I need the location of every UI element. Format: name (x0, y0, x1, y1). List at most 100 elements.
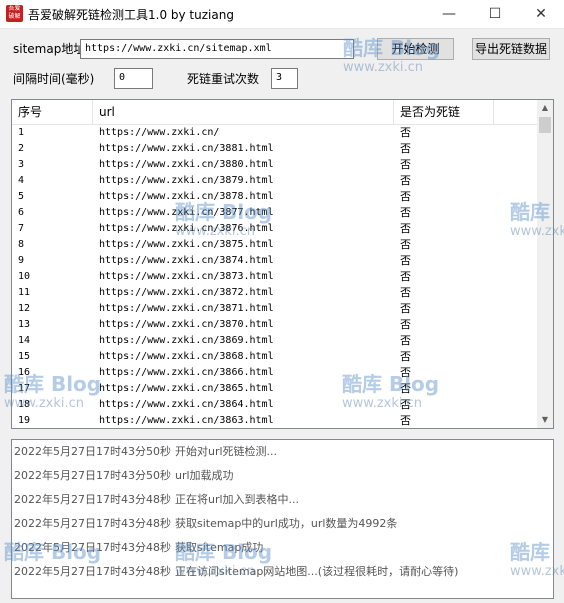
minimize-button[interactable]: — (426, 0, 472, 28)
row-index: 2 (18, 143, 25, 154)
row-index: 11 (18, 287, 31, 298)
log-entry: 2022年5月27日17时43分50秒 url加载成功 (12, 464, 553, 488)
column-header-dead-link[interactable]: 是否为死链 (394, 100, 494, 124)
log-message: 获取sitemap成功 (175, 541, 264, 554)
table-row[interactable]: 17 https://www.zxki.cn/3865.html 否 (12, 381, 538, 397)
row-url: https://www.zxki.cn/3866.html (99, 367, 274, 378)
row-dead-link: 否 (400, 190, 411, 203)
table-row[interactable]: 11 https://www.zxki.cn/3872.html 否 (12, 285, 538, 301)
table-row[interactable]: 5 https://www.zxki.cn/3878.html 否 (12, 189, 538, 205)
table-row[interactable]: 10 https://www.zxki.cn/3873.html 否 (12, 269, 538, 285)
maximize-button[interactable]: ☐ (472, 0, 518, 28)
row-index: 15 (18, 351, 31, 362)
row-index: 16 (18, 367, 31, 378)
row-index: 8 (18, 239, 25, 250)
export-dead-links-button[interactable]: 导出死链数据 (472, 38, 550, 60)
url-table[interactable]: 序号 url 是否为死链 1 https://www.zxki.cn/否 2 http… (11, 99, 554, 429)
row-url: https://www.zxki.cn/3877.html (99, 207, 274, 218)
row-index: 6 (18, 207, 25, 218)
row-dead-link: 否 (400, 414, 411, 427)
row-dead-link: 否 (400, 398, 411, 411)
log-entry: 2022年5月27日17时43分48秒 获取sitemap中的url成功，url数… (12, 512, 553, 536)
retry-input[interactable]: 3 (271, 68, 298, 89)
row-url: https://www.zxki.cn/3868.html (99, 351, 274, 362)
table-row[interactable]: 2 https://www.zxki.cn/3881.html 否 (12, 141, 538, 157)
row-url: https://www.zxki.cn/3878.html (99, 191, 274, 202)
row-dead-link: 否 (400, 158, 411, 171)
row-url: https://www.zxki.cn/3874.html (99, 255, 274, 266)
log-message: 正在访问sitemap网站地图...(该过程很耗时，请耐心等待) (175, 565, 459, 578)
table-row[interactable]: 3 https://www.zxki.cn/3880.html 否 (12, 157, 538, 173)
row-index: 7 (18, 223, 25, 234)
row-index: 12 (18, 303, 31, 314)
table-row[interactable]: 9 https://www.zxki.cn/3874.html 否 (12, 253, 538, 269)
row-url: https://www.zxki.cn/3870.html (99, 319, 274, 330)
row-dead-link: 否 (400, 302, 411, 315)
table-row[interactable]: 7 https://www.zxki.cn/3876.html 否 (12, 221, 538, 237)
sitemap-input[interactable]: https://www.zxki.cn/sitemap.xml (80, 39, 354, 59)
log-entry: 2022年5月27日17时43分48秒 获取sitemap成功 (12, 536, 553, 560)
table-row[interactable]: 14 https://www.zxki.cn/3869.html 否 (12, 333, 538, 349)
table-row[interactable]: 16 https://www.zxki.cn/3866.html 否 (12, 365, 538, 381)
row-dead-link: 否 (400, 286, 411, 299)
table-header: 序号 url 是否为死链 (12, 100, 538, 125)
row-url: https://www.zxki.cn/3865.html (99, 383, 274, 394)
start-check-button[interactable]: 开始检测 (377, 38, 454, 60)
row-index: 17 (18, 383, 31, 394)
title-bar[interactable]: 吾爱破解 吾爱破解死链检测工具1.0 by tuziang — ☐ ✕ (0, 0, 564, 29)
row-index: 19 (18, 415, 31, 426)
row-index: 18 (18, 399, 31, 410)
table-row[interactable]: 13 https://www.zxki.cn/3870.html 否 (12, 317, 538, 333)
column-header-url[interactable]: url (93, 100, 394, 124)
main-panel: sitemap地址 https://www.zxki.cn/sitemap.xm… (0, 29, 564, 603)
log-panel[interactable]: 2022年5月27日17时43分50秒 开始对url死链检测... 2022年5月2… (11, 439, 554, 599)
table-row[interactable]: 19 https://www.zxki.cn/3863.html 否 (12, 413, 538, 428)
row-url: https://www.zxki.cn/3873.html (99, 271, 274, 282)
sitemap-label: sitemap地址 (13, 42, 86, 56)
log-timestamp: 2022年5月27日17时43分50秒 (14, 469, 171, 482)
row-index: 9 (18, 255, 25, 266)
log-entry: 2022年5月27日17时43分48秒 正在将url加入到表格中... (12, 488, 553, 512)
row-dead-link: 否 (400, 126, 411, 139)
row-url: https://www.zxki.cn/3863.html (99, 415, 274, 426)
scroll-down-icon[interactable]: ▼ (537, 412, 553, 428)
row-dead-link: 否 (400, 334, 411, 347)
scroll-thumb[interactable] (539, 117, 551, 133)
row-url: https://www.zxki.cn/3875.html (99, 239, 274, 250)
log-timestamp: 2022年5月27日17时43分48秒 (14, 517, 171, 530)
table-row[interactable]: 18 https://www.zxki.cn/3864.html 否 (12, 397, 538, 413)
row-url: https://www.zxki.cn/3864.html (99, 399, 274, 410)
scroll-up-icon[interactable]: ▲ (537, 100, 553, 116)
column-header-index[interactable]: 序号 (12, 100, 93, 124)
table-row[interactable]: 12 https://www.zxki.cn/3871.html 否 (12, 301, 538, 317)
row-dead-link: 否 (400, 174, 411, 187)
row-url: https://www.zxki.cn/3880.html (99, 159, 274, 170)
log-message: 正在将url加入到表格中... (175, 493, 300, 506)
interval-label: 间隔时间(毫秒) (13, 72, 95, 86)
table-row[interactable]: 8 https://www.zxki.cn/3875.html 否 (12, 237, 538, 253)
app-icon: 吾爱破解 (6, 5, 23, 22)
log-message: url加载成功 (175, 469, 234, 482)
row-index: 3 (18, 159, 25, 170)
row-index: 1 (18, 127, 25, 138)
log-timestamp: 2022年5月27日17时43分48秒 (14, 541, 171, 554)
log-timestamp: 2022年5月27日17时43分50秒 (14, 445, 171, 458)
table-row[interactable]: 6 https://www.zxki.cn/3877.html 否 (12, 205, 538, 221)
table-row[interactable]: 4 https://www.zxki.cn/3879.html 否 (12, 173, 538, 189)
log-message: 开始对url死链检测... (175, 445, 278, 458)
row-url: https://www.zxki.cn/3869.html (99, 335, 274, 346)
row-dead-link: 否 (400, 142, 411, 155)
close-button[interactable]: ✕ (518, 0, 564, 28)
table-body: 1 https://www.zxki.cn/否 2 https://www.zxki.… (12, 125, 538, 428)
table-scrollbar[interactable]: ▲ ▼ (537, 100, 553, 428)
table-row[interactable]: 1 https://www.zxki.cn/否 (12, 125, 538, 141)
row-url: https://www.zxki.cn/3872.html (99, 287, 274, 298)
log-entry: 2022年5月27日17时43分48秒 正在访问sitemap网站地图...(该过… (12, 560, 553, 584)
window-title: 吾爱破解死链检测工具1.0 by tuziang (28, 8, 234, 22)
row-url: https://www.zxki.cn/3881.html (99, 143, 274, 154)
row-dead-link: 否 (400, 366, 411, 379)
row-dead-link: 否 (400, 270, 411, 283)
log-message: 获取sitemap中的url成功，url数量为4992条 (175, 517, 398, 530)
interval-input[interactable]: 0 (114, 68, 153, 89)
table-row[interactable]: 15 https://www.zxki.cn/3868.html 否 (12, 349, 538, 365)
